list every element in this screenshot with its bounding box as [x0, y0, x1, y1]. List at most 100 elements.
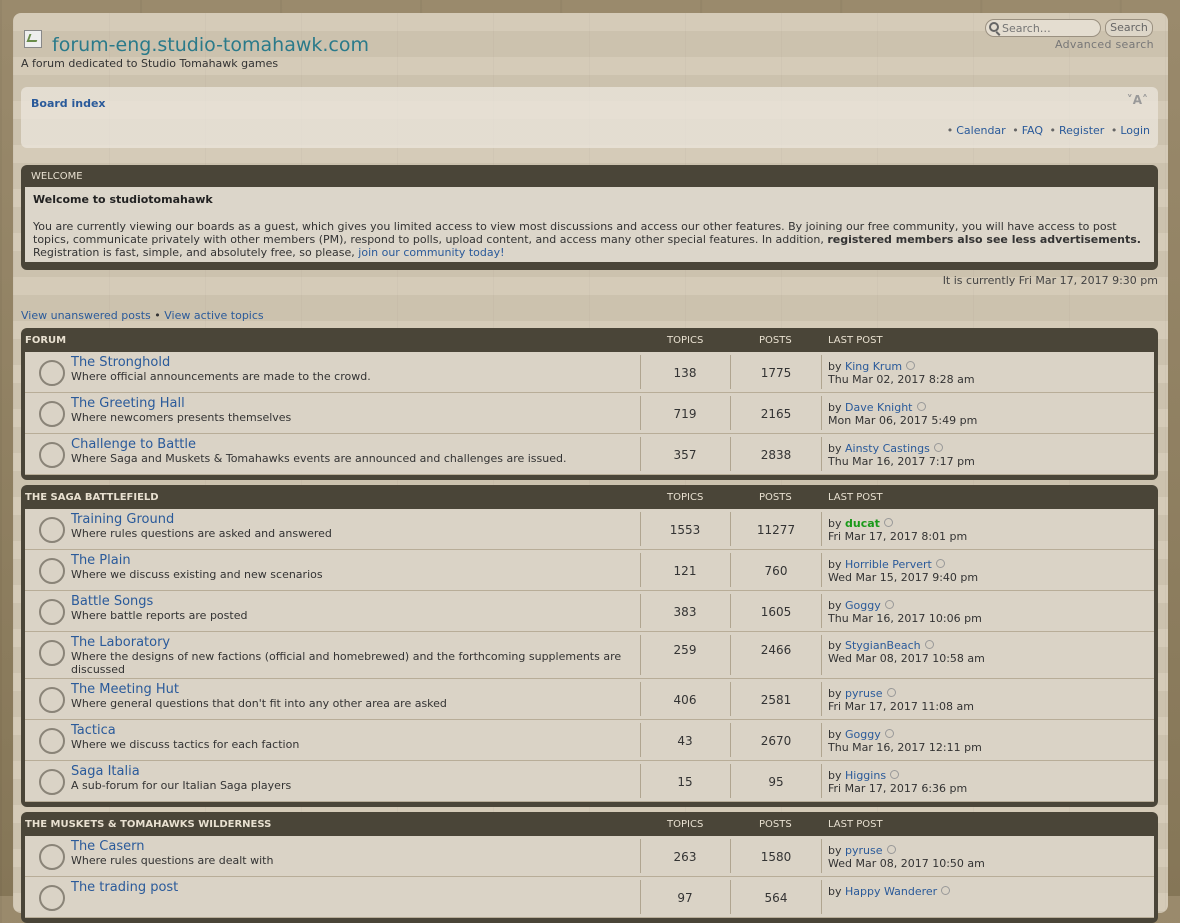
- last-post-author-link[interactable]: Goggy: [845, 728, 881, 741]
- last-post-header: LAST POST: [828, 492, 883, 503]
- welcome-header: WELCOME: [31, 171, 83, 182]
- calendar-link[interactable]: Calendar: [956, 124, 1005, 137]
- view-latest-post-icon[interactable]: [884, 600, 894, 609]
- last-post-author-link[interactable]: Ainsty Castings: [845, 442, 930, 455]
- topics-count: 383: [673, 605, 697, 619]
- forum-read-icon: [39, 401, 65, 427]
- posts-header: POSTS: [759, 335, 792, 346]
- view-latest-post-icon[interactable]: [924, 640, 934, 649]
- last-post: by pyruse Wed Mar 08, 2017 10:50 am: [828, 844, 985, 870]
- last-post: by Goggy Thu Mar 16, 2017 10:06 pm: [828, 599, 982, 625]
- font-size-icon[interactable]: ˅A˄: [1127, 93, 1148, 107]
- forum-title-link[interactable]: Tactica: [71, 723, 116, 738]
- last-post-date: Wed Mar 15, 2017 9:40 pm: [828, 571, 979, 584]
- section-header: THE SAGA BATTLEFIELD TOPICS POSTS LAST POST: [21, 485, 1158, 509]
- forum-section: THE MUSKETS & TOMAHAWKS WILDERNESS TOPICS…: [21, 812, 1158, 923]
- view-latest-post-icon[interactable]: [935, 559, 945, 568]
- column-divider: [730, 355, 731, 389]
- view-latest-post-icon[interactable]: [886, 688, 896, 697]
- last-post-date: Thu Mar 02, 2017 8:28 am: [828, 373, 975, 386]
- column-divider: [640, 553, 641, 587]
- navbar: Board index ˅A˄ • Calendar • FAQ • Register…: [21, 87, 1158, 148]
- last-post-date: Fri Mar 17, 2017 11:08 am: [828, 700, 974, 713]
- welcome-text: You are currently viewing our boards as …: [33, 220, 1141, 259]
- column-divider: [640, 723, 641, 757]
- forum-title-link[interactable]: The Laboratory: [71, 635, 170, 650]
- column-divider: [640, 594, 641, 628]
- site-title[interactable]: forum-eng.studio-tomahawk.com: [52, 34, 369, 56]
- last-post-date: Fri Mar 17, 2017 8:01 pm: [828, 530, 968, 543]
- posts-count: 2466: [760, 643, 792, 657]
- column-divider: [821, 682, 822, 716]
- search-icon: [989, 22, 999, 32]
- last-post-date: Mon Mar 06, 2017 5:49 pm: [828, 414, 978, 427]
- forum-read-icon: [39, 687, 65, 713]
- last-post: by ducat Fri Mar 17, 2017 8:01 pm: [828, 517, 968, 543]
- register-link[interactable]: Register: [1059, 124, 1104, 137]
- view-latest-post-icon[interactable]: [916, 402, 926, 411]
- forum-title-link[interactable]: The Plain: [71, 553, 131, 568]
- section-header: THE MUSKETS & TOMAHAWKS WILDERNESS TOPICS…: [21, 812, 1158, 836]
- forum-title-link[interactable]: Training Ground: [71, 512, 174, 527]
- site-logo-image[interactable]: [24, 30, 42, 48]
- topics-count: 43: [677, 734, 693, 748]
- column-divider: [640, 839, 641, 873]
- join-community-link[interactable]: join our community today!: [358, 246, 504, 259]
- forum-row: The Plain Where we discuss existing and n…: [25, 550, 1154, 591]
- posts-count: 2670: [760, 734, 792, 748]
- forum-read-icon: [39, 442, 65, 468]
- posts-count: 1775: [760, 366, 792, 380]
- forum-read-icon: [39, 844, 65, 870]
- column-divider: [640, 880, 641, 914]
- last-post-author-link[interactable]: pyruse: [845, 687, 883, 700]
- view-unanswered-link[interactable]: View unanswered posts: [21, 309, 151, 322]
- faq-link[interactable]: FAQ: [1022, 124, 1043, 137]
- forum-row: Training Ground Where rules questions are…: [25, 509, 1154, 550]
- column-divider: [640, 764, 641, 798]
- search-button[interactable]: Search: [1105, 19, 1153, 37]
- forum-title-link[interactable]: Saga Italia: [71, 764, 140, 779]
- section-title[interactable]: THE MUSKETS & TOMAHAWKS WILDERNESS: [25, 819, 271, 830]
- board-index-link[interactable]: Board index: [31, 97, 106, 110]
- last-post-date: Thu Mar 16, 2017 10:06 pm: [828, 612, 982, 625]
- topics-header: TOPICS: [667, 819, 704, 830]
- section-title[interactable]: FORUM: [25, 335, 66, 346]
- forum-title-link[interactable]: The Stronghold: [71, 355, 170, 370]
- forum-title-link[interactable]: The trading post: [71, 880, 178, 895]
- last-post-author-link[interactable]: Horrible Pervert: [845, 558, 932, 571]
- section-title[interactable]: THE SAGA BATTLEFIELD: [25, 492, 159, 503]
- last-post-author-link[interactable]: Goggy: [845, 599, 881, 612]
- topics-count: 15: [677, 775, 693, 789]
- forum-title-link[interactable]: The Greeting Hall: [71, 396, 185, 411]
- view-active-link[interactable]: View active topics: [164, 309, 263, 322]
- view-latest-post-icon[interactable]: [886, 845, 896, 854]
- view-latest-post-icon[interactable]: [890, 770, 900, 779]
- search-input[interactable]: [985, 19, 1101, 37]
- forum-title-link[interactable]: The Meeting Hut: [71, 682, 179, 697]
- forum-description: Where general questions that don't fit i…: [71, 697, 447, 710]
- last-post-author-link[interactable]: pyruse: [845, 844, 883, 857]
- forum-description: Where rules questions are dealt with: [71, 854, 274, 867]
- login-link[interactable]: Login: [1120, 124, 1150, 137]
- last-post-author-link[interactable]: Happy Wanderer: [845, 885, 937, 898]
- last-post-author-link[interactable]: StygianBeach: [845, 639, 921, 652]
- column-divider: [730, 839, 731, 873]
- view-latest-post-icon[interactable]: [884, 729, 894, 738]
- last-post-date: Thu Mar 16, 2017 12:11 pm: [828, 741, 982, 754]
- forum-description: Where Saga and Muskets & Tomahawks event…: [71, 452, 567, 465]
- posts-count: 1580: [760, 850, 792, 864]
- forum-title-link[interactable]: Challenge to Battle: [71, 437, 196, 452]
- last-post-author-link[interactable]: Dave Knight: [845, 401, 913, 414]
- forum-read-icon: [39, 599, 65, 625]
- view-latest-post-icon[interactable]: [933, 443, 943, 452]
- last-post-author-link[interactable]: ducat: [845, 517, 880, 530]
- view-latest-post-icon[interactable]: [906, 361, 916, 370]
- forum-title-link[interactable]: The Casern: [71, 839, 144, 854]
- view-latest-post-icon[interactable]: [941, 886, 951, 895]
- view-latest-post-icon[interactable]: [883, 518, 893, 527]
- last-post-author-link[interactable]: Higgins: [845, 769, 886, 782]
- column-divider: [730, 635, 731, 675]
- last-post-author-link[interactable]: King Krum: [845, 360, 902, 373]
- advanced-search-link[interactable]: Advanced search: [1055, 38, 1154, 51]
- forum-title-link[interactable]: Battle Songs: [71, 594, 153, 609]
